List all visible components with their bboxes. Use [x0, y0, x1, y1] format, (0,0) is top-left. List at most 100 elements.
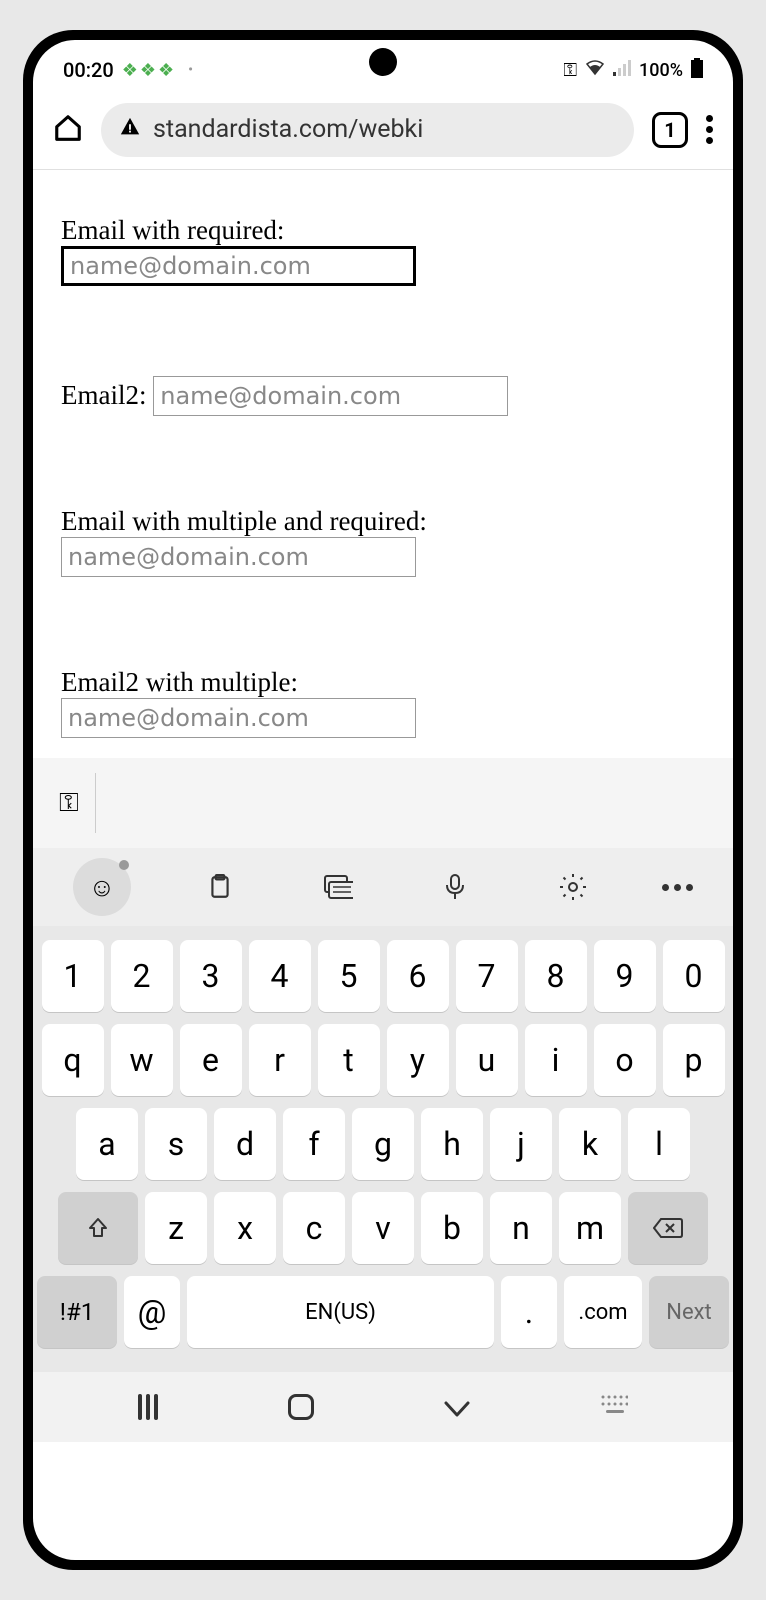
address-bar[interactable]: standardista.com/webki — [101, 103, 634, 157]
key-i[interactable]: i — [525, 1024, 587, 1096]
password-key-icon[interactable]: ⚿ — [59, 788, 79, 819]
key-s[interactable]: s — [145, 1108, 207, 1180]
input-email-multiple-required[interactable] — [61, 537, 416, 577]
toolbar-more-icon[interactable] — [662, 884, 693, 891]
key-h[interactable]: h — [421, 1108, 483, 1180]
battery-icon — [691, 58, 703, 83]
input-email-required[interactable] — [61, 246, 416, 286]
nav-home-button[interactable] — [288, 1394, 314, 1420]
key-dotcom[interactable]: .com — [564, 1276, 642, 1348]
form-row-email-required: Email with required: — [61, 215, 705, 286]
android-icon: ❖ — [122, 60, 138, 81]
phone-screen: 00:20 ❖ ❖ ❖ • ⚿ 100% — [33, 40, 733, 1560]
wifi-icon — [585, 60, 605, 81]
key-symbols[interactable]: !#1 — [37, 1276, 117, 1348]
key-r[interactable]: r — [249, 1024, 311, 1096]
keyboard-mode-button[interactable] — [309, 858, 367, 916]
key-period[interactable]: . — [501, 1276, 557, 1348]
key-m[interactable]: m — [559, 1192, 621, 1264]
key-4[interactable]: 4 — [249, 940, 311, 1012]
page-content[interactable]: Email with required: Email2: Email with … — [33, 170, 733, 758]
key-p[interactable]: p — [663, 1024, 725, 1096]
key-1[interactable]: 1 — [42, 940, 104, 1012]
password-suggestion-strip: ⚿ — [33, 758, 733, 848]
more-menu-icon[interactable] — [706, 115, 713, 144]
key-9[interactable]: 9 — [594, 940, 656, 1012]
input-email2-multiple[interactable] — [61, 698, 416, 738]
status-right: ⚿ 100% — [563, 58, 703, 83]
keyboard-toggle-icon[interactable] — [600, 1394, 628, 1420]
key-7[interactable]: 7 — [456, 940, 518, 1012]
key-d[interactable]: d — [214, 1108, 276, 1180]
emoji-button[interactable]: ☺ — [73, 858, 131, 916]
status-dot-icon: • — [188, 62, 193, 78]
nav-recent-button[interactable] — [138, 1394, 158, 1420]
camera-notch — [369, 48, 397, 76]
key-n[interactable]: n — [490, 1192, 552, 1264]
browser-toolbar: standardista.com/webki 1 — [33, 90, 733, 170]
key-w[interactable]: w — [111, 1024, 173, 1096]
keyboard-row-bottom: !#1 @ EN(US) . .com Next — [37, 1276, 729, 1348]
key-z[interactable]: z — [145, 1192, 207, 1264]
key-2[interactable]: 2 — [111, 940, 173, 1012]
voice-input-button[interactable] — [426, 858, 484, 916]
separator — [95, 773, 96, 833]
key-c[interactable]: c — [283, 1192, 345, 1264]
form-row-email-multiple-required: Email with multiple and required: — [61, 506, 705, 577]
key-b[interactable]: b — [421, 1192, 483, 1264]
keyboard-row-qwerty: q w e r t y u i o p — [37, 1024, 729, 1096]
keyboard-row-numbers: 1 2 3 4 5 6 7 8 9 0 — [37, 940, 729, 1012]
key-g[interactable]: g — [352, 1108, 414, 1180]
url-text: standardista.com/webki — [153, 115, 423, 144]
status-left: 00:20 ❖ ❖ ❖ • — [63, 58, 193, 82]
form-row-email2: Email2: — [61, 376, 705, 416]
keyboard-row-asdf: a s d f g h j k l — [37, 1108, 729, 1180]
android-app-icons: ❖ ❖ ❖ — [122, 60, 174, 81]
key-e[interactable]: e — [180, 1024, 242, 1096]
key-at[interactable]: @ — [124, 1276, 180, 1348]
clipboard-button[interactable] — [191, 858, 249, 916]
insecure-warning-icon — [119, 116, 141, 144]
nav-back-button[interactable] — [444, 1391, 470, 1424]
keyboard-row-zxcv: z x c v b n m — [37, 1192, 729, 1264]
key-6[interactable]: 6 — [387, 940, 449, 1012]
system-nav-bar — [33, 1372, 733, 1442]
key-space[interactable]: EN(US) — [187, 1276, 494, 1348]
key-shift[interactable] — [58, 1192, 138, 1264]
key-8[interactable]: 8 — [525, 940, 587, 1012]
home-icon[interactable] — [53, 113, 83, 147]
key-t[interactable]: t — [318, 1024, 380, 1096]
key-q[interactable]: q — [42, 1024, 104, 1096]
key-v[interactable]: v — [352, 1192, 414, 1264]
key-3[interactable]: 3 — [180, 940, 242, 1012]
label-email-required: Email with required: — [61, 215, 284, 245]
keyboard-toolbar: ☺ — [33, 848, 733, 926]
key-u[interactable]: u — [456, 1024, 518, 1096]
key-o[interactable]: o — [594, 1024, 656, 1096]
label-email2-multiple: Email2 with multiple: — [61, 667, 298, 697]
vpn-key-icon: ⚿ — [563, 60, 577, 81]
key-0[interactable]: 0 — [663, 940, 725, 1012]
tabs-button[interactable]: 1 — [652, 112, 688, 148]
battery-text: 100% — [639, 60, 683, 81]
form-row-email2-multiple: Email2 with multiple: — [61, 667, 705, 738]
key-k[interactable]: k — [559, 1108, 621, 1180]
key-y[interactable]: y — [387, 1024, 449, 1096]
label-email2: Email2: — [61, 380, 146, 410]
key-a[interactable]: a — [76, 1108, 138, 1180]
key-next[interactable]: Next — [649, 1276, 729, 1348]
key-l[interactable]: l — [628, 1108, 690, 1180]
settings-button[interactable] — [544, 858, 602, 916]
key-f[interactable]: f — [283, 1108, 345, 1180]
key-backspace[interactable] — [628, 1192, 708, 1264]
android-icon: ❖ — [158, 60, 174, 81]
label-email-multiple-required: Email with multiple and required: — [61, 506, 427, 536]
key-j[interactable]: j — [490, 1108, 552, 1180]
tabs-count: 1 — [664, 118, 675, 142]
key-x[interactable]: x — [214, 1192, 276, 1264]
status-time: 00:20 — [63, 58, 114, 82]
input-email2[interactable] — [153, 376, 508, 416]
phone-frame: 00:20 ❖ ❖ ❖ • ⚿ 100% — [23, 30, 743, 1570]
android-icon: ❖ — [140, 60, 156, 81]
key-5[interactable]: 5 — [318, 940, 380, 1012]
